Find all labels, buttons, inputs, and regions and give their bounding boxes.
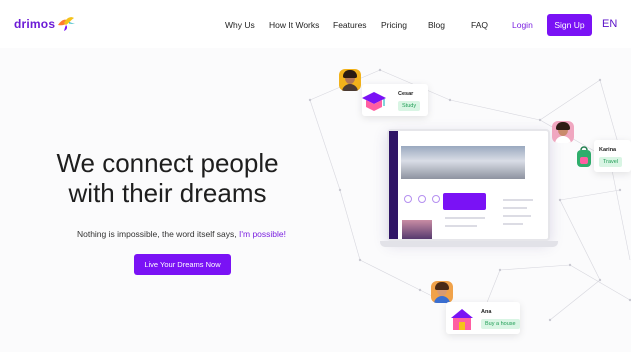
nav-link-features[interactable]: Features [333,20,367,30]
mockup-text-line [503,215,531,217]
mockup-text-line [503,207,527,209]
mockup-purple-card [443,193,486,210]
hero-subline-text: Nothing is impossible, the word itself s… [76,229,237,239]
mockup-progress-ring [432,195,440,203]
avatar-ana [431,281,453,303]
hero-headline-line-1: We connect people [56,148,279,178]
live-your-dreams-button[interactable]: Live Your Dreams Now [134,254,231,275]
hero-headline-line-2: with their dreams [68,178,267,208]
hero-headline: We connect people with their dreams [40,148,295,208]
login-link[interactable]: Login [512,20,533,30]
mockup-progress-ring [404,195,412,203]
hero-subline-accent: I'm possible! [239,229,287,239]
goal-badge-cesar: Study [398,101,421,111]
goal-badge-karina: Travel [599,157,623,167]
mockup-progress-ring [418,195,426,203]
mockup-sidebar [389,131,398,239]
avatar-cesar [339,69,361,91]
mockup-text-line [445,217,485,219]
nav-link-blog[interactable]: Blog [428,20,445,30]
hero-subline: Nothing is impossible, the word itself s… [34,229,329,239]
graduation-cap-icon [362,92,386,111]
avatar-karina [552,121,574,143]
nav-link-why-us[interactable]: Why Us [225,20,255,30]
house-icon [451,309,473,330]
mockup-text-line [445,225,477,227]
nav-link-faq[interactable]: FAQ [471,20,488,30]
profile-card-karina: Karina Travel [594,140,631,172]
profile-name-karina: Karina [599,147,617,153]
mockup-cover-photo [401,146,525,179]
profile-name-cesar: Cesar [398,91,414,97]
logo[interactable]: drimos [14,16,76,32]
nav-link-how-it-works[interactable]: How It Works [269,20,319,30]
backpack-icon [577,146,591,167]
mockup-text-line [503,223,523,225]
sign-up-button[interactable]: Sign Up [547,14,592,36]
profile-card-ana: Ana Buy a house [446,302,520,334]
profile-card-cesar: Cesar Study [362,84,428,116]
language-selector[interactable]: EN [602,18,617,30]
goal-badge-ana: Buy a house [481,319,520,329]
profile-name-ana: Ana [481,309,492,315]
laptop-base [380,241,558,247]
mockup-text-line [503,199,533,201]
hummingbird-logo-icon [58,17,76,31]
dashboard-laptop-mockup [387,129,550,241]
nav-link-pricing[interactable]: Pricing [381,20,407,30]
logo-text: drimos [14,17,56,31]
mockup-thumbnail [402,220,432,239]
top-navbar: drimos Why Us How It Works Features Pric… [0,0,631,48]
